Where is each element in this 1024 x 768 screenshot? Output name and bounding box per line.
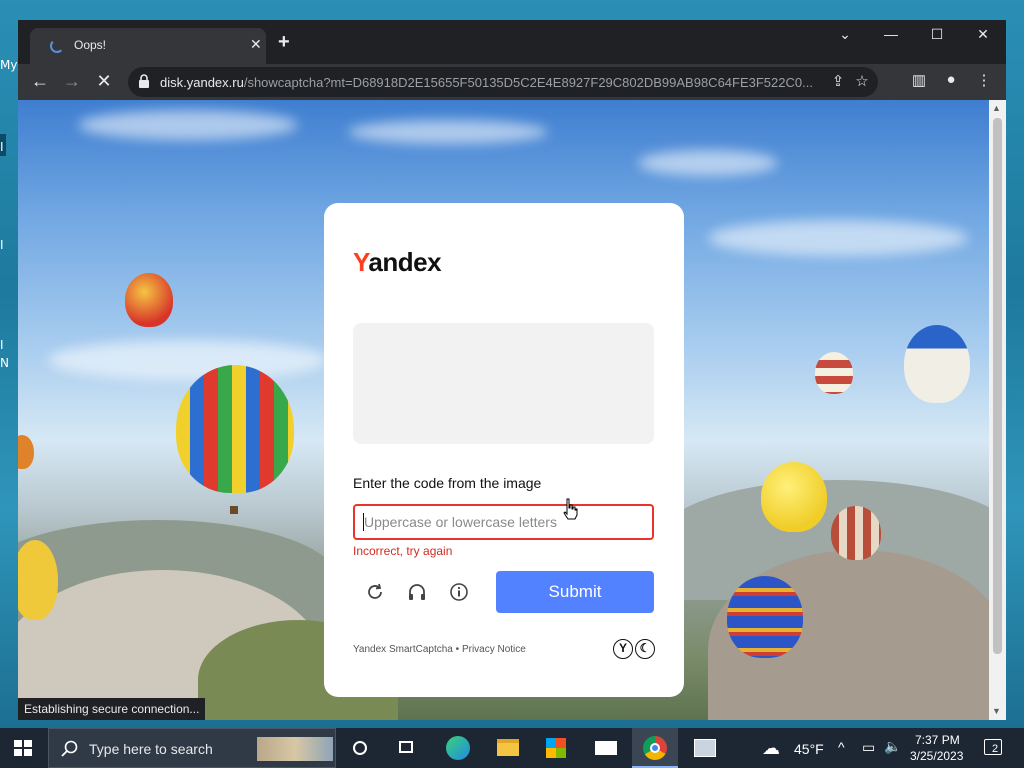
close-tab-icon[interactable]: ✕ xyxy=(250,36,262,53)
desktop-icon-label[interactable]: I xyxy=(0,338,18,352)
tab-title: Oops! xyxy=(74,38,107,52)
hot-air-balloon xyxy=(761,462,827,532)
balloon-basket xyxy=(230,506,238,514)
menu-kebab-icon[interactable]: ⋮ xyxy=(973,71,995,89)
privacy-notice-link[interactable]: Privacy Notice xyxy=(462,644,526,655)
weather-temperature[interactable]: 45°F xyxy=(794,741,824,757)
error-message: Incorrect, try again xyxy=(353,544,453,558)
search-highlight-image xyxy=(257,737,333,761)
url-text: disk.yandex.ru/showcaptcha?mt=D68918D2E1… xyxy=(160,75,813,90)
clock-date[interactable]: 3/25/2023 xyxy=(910,749,963,763)
cloud xyxy=(708,220,968,256)
lock-icon xyxy=(139,74,149,88)
scroll-down-arrow-icon[interactable]: ▼ xyxy=(992,706,1001,716)
maximize-button[interactable]: ☐ xyxy=(925,26,949,43)
search-placeholder: Type here to search xyxy=(89,741,213,757)
desktop-icon-label[interactable]: I xyxy=(0,140,18,154)
bookmark-star-icon[interactable]: ☆ xyxy=(852,72,872,90)
file-explorer-icon[interactable] xyxy=(485,728,531,768)
info-icon[interactable] xyxy=(448,581,470,603)
stop-loading-button[interactable]: ✕ xyxy=(92,71,116,91)
microsoft-store-icon[interactable] xyxy=(533,728,579,768)
headphones-audio-icon[interactable] xyxy=(406,581,428,603)
photos-app-icon[interactable] xyxy=(682,728,728,768)
tab-search-chevron-down-icon[interactable]: ⌄ xyxy=(833,26,857,43)
search-icon xyxy=(61,740,78,757)
tray-chevron-up-icon[interactable]: ^ xyxy=(838,739,845,755)
refresh-icon[interactable] xyxy=(364,581,386,603)
smartcaptcha-link[interactable]: Yandex SmartCaptcha xyxy=(353,644,453,655)
clock-time[interactable]: 7:37 PM xyxy=(915,733,960,747)
hot-air-balloon xyxy=(18,435,34,469)
browser-toolbar: ← → ✕ disk.yandex.ru/showcaptcha?mt=D689… xyxy=(18,64,1006,100)
desktop-icon-label[interactable]: I xyxy=(0,238,18,252)
mail-icon[interactable] xyxy=(583,728,629,768)
captcha-image xyxy=(353,323,654,444)
side-panel-icon[interactable]: ▥ xyxy=(908,71,930,89)
hot-air-balloon xyxy=(904,325,970,403)
tab-strip: Oops! ✕ + ⌄ — ☐ ✕ xyxy=(18,20,1006,64)
edge-browser-icon[interactable] xyxy=(435,728,481,768)
scrollbar-thumb[interactable] xyxy=(993,118,1002,654)
status-bar: Establishing secure connection... xyxy=(18,698,206,720)
scroll-up-arrow-icon[interactable]: ▲ xyxy=(992,103,1001,113)
hot-air-balloon xyxy=(831,506,881,560)
profile-icon[interactable]: ● xyxy=(940,71,962,88)
hot-air-balloon xyxy=(815,352,853,394)
captcha-card: Yandex Enter the code from the image Inc… xyxy=(324,203,684,697)
windows-start-icon[interactable] xyxy=(14,740,32,756)
taskbar: Type here to search ☁ 45°F ^ ▭ 🔈 7:37 PM… xyxy=(0,728,1024,768)
hand-cursor-icon xyxy=(563,498,578,520)
submit-button[interactable]: Submit xyxy=(496,571,654,613)
footer-separator: • xyxy=(452,644,462,655)
network-icon[interactable]: ▭ xyxy=(862,739,875,756)
cloud xyxy=(48,340,328,380)
hot-air-balloon xyxy=(125,273,173,327)
captcha-code-input[interactable] xyxy=(353,504,654,540)
share-icon[interactable]: ⇪ xyxy=(828,72,848,90)
hot-air-balloon xyxy=(176,365,294,493)
notification-center-icon[interactable]: 2 xyxy=(982,737,1006,759)
back-button[interactable]: ← xyxy=(28,71,52,91)
desktop-icon-label[interactable]: N xyxy=(0,356,18,370)
cloud xyxy=(638,150,778,176)
yandex-logo: Yandex xyxy=(353,247,442,277)
text-caret xyxy=(363,513,364,531)
taskbar-search-box[interactable]: Type here to search xyxy=(48,728,336,768)
smartcaptcha-badge-icon: ☾ xyxy=(635,639,655,659)
loading-spinner-icon xyxy=(50,39,64,53)
captcha-prompt: Enter the code from the image xyxy=(353,475,542,491)
captcha-footer: Yandex SmartCaptcha • Privacy Notice xyxy=(353,644,526,655)
hot-air-balloon xyxy=(727,576,803,658)
cortana-icon[interactable] xyxy=(337,728,383,768)
task-view-icon[interactable] xyxy=(383,728,429,768)
new-tab-button[interactable]: + xyxy=(278,32,290,52)
notification-count: 2 xyxy=(992,743,999,755)
cloud xyxy=(78,110,298,140)
cloud xyxy=(348,120,548,144)
weather-cloud-icon[interactable]: ☁ xyxy=(762,738,780,759)
close-window-button[interactable]: ✕ xyxy=(971,26,995,43)
page-scrollbar[interactable]: ▲ ▼ xyxy=(989,100,1006,720)
forward-button[interactable]: → xyxy=(60,71,84,91)
desktop-icon-label[interactable]: My xyxy=(0,58,18,72)
yandex-badge-icon: Y xyxy=(613,639,633,659)
volume-icon[interactable]: 🔈 xyxy=(884,738,901,755)
minimize-button[interactable]: — xyxy=(879,26,903,42)
chrome-icon[interactable] xyxy=(632,728,678,768)
address-bar[interactable]: disk.yandex.ru/showcaptcha?mt=D68918D2E1… xyxy=(128,67,878,97)
tab-oops[interactable]: Oops! ✕ xyxy=(30,28,266,64)
